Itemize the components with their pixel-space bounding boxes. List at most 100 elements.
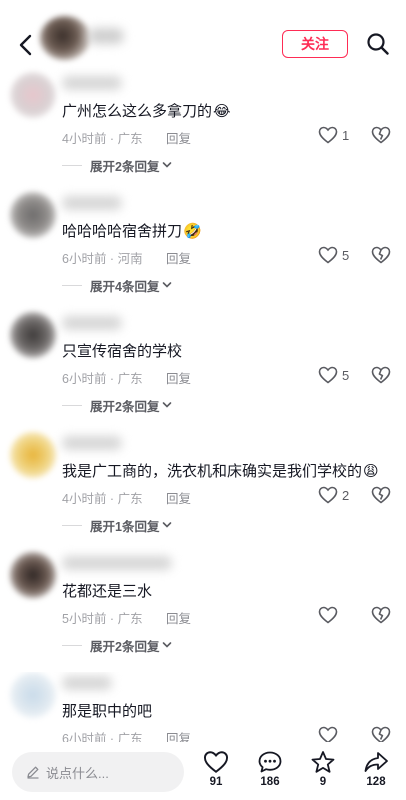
like-button[interactable]: 2 bbox=[318, 484, 349, 506]
input-placeholder: 说点什么... bbox=[46, 765, 109, 781]
heart-icon bbox=[318, 606, 338, 624]
chevron-down-icon bbox=[162, 281, 172, 289]
comment-meta: 6小时前 · 广东 bbox=[62, 732, 143, 742]
comment-text[interactable]: 哈哈哈哈宿舍拼刀🤣 bbox=[62, 220, 202, 241]
comment-text[interactable]: 那是职中的吧 bbox=[62, 700, 152, 721]
broken-heart-icon bbox=[371, 246, 391, 264]
like-count: 2 bbox=[342, 487, 350, 503]
share-arrow-icon bbox=[364, 752, 388, 772]
search-button[interactable] bbox=[364, 30, 392, 58]
chevron-left-icon bbox=[19, 34, 32, 56]
avatar[interactable] bbox=[10, 672, 56, 718]
back-button[interactable] bbox=[12, 30, 38, 60]
expand-replies-button[interactable]: 展开2条回复 bbox=[62, 396, 172, 414]
expand-replies-button[interactable]: 展开2条回复 bbox=[62, 156, 172, 174]
username-blurred bbox=[62, 676, 112, 690]
username-blurred bbox=[62, 556, 172, 570]
reply-button[interactable]: 回复 bbox=[166, 608, 191, 627]
comment-item: 只宣传宿舍的学校 6小时前 · 广东 回复 5 展开2条回复 bbox=[0, 312, 406, 432]
divider bbox=[62, 404, 82, 406]
comment-item: 那是职中的吧 6小时前 · 广东 回复 bbox=[0, 672, 406, 742]
comment-meta: 4小时前 · 广东 bbox=[62, 132, 143, 146]
like-count: 1 bbox=[342, 127, 350, 143]
like-button[interactable]: 1 bbox=[318, 124, 349, 146]
comment-item: 哈哈哈哈宿舍拼刀🤣 6小时前 · 河南 回复 5 展开4条回复 bbox=[0, 192, 406, 312]
dislike-button[interactable] bbox=[370, 484, 392, 506]
avatar[interactable] bbox=[10, 552, 56, 598]
author-name-blurred bbox=[88, 28, 124, 44]
broken-heart-icon bbox=[371, 126, 391, 144]
chevron-down-icon bbox=[162, 641, 172, 649]
chevron-down-icon bbox=[162, 401, 172, 409]
heart-icon bbox=[318, 726, 338, 742]
comment-item: 花都还是三水 5小时前 · 广东 回复 展开2条回复 bbox=[0, 552, 406, 672]
comment-item: 广州怎么这么多拿刀的😂 4小时前 · 广东 回复 1 展开2条回复 bbox=[0, 72, 406, 192]
divider bbox=[62, 524, 82, 526]
divider bbox=[62, 164, 82, 166]
header-bar: 关注 bbox=[0, 0, 406, 68]
heart-icon bbox=[203, 751, 229, 773]
favorites-count: 9 bbox=[319, 776, 327, 788]
divider bbox=[62, 284, 82, 286]
like-button[interactable]: 5 bbox=[318, 364, 349, 386]
reply-button[interactable]: 回复 bbox=[166, 248, 191, 267]
like-button[interactable] bbox=[318, 604, 342, 626]
broken-heart-icon bbox=[371, 726, 391, 742]
comment-meta: 6小时前 · 河南 bbox=[62, 252, 143, 266]
heart-icon bbox=[318, 246, 338, 264]
reply-button[interactable]: 回复 bbox=[166, 728, 191, 742]
comment-meta: 6小时前 · 广东 bbox=[62, 372, 143, 386]
emoji-rolling-laughing: 🤣 bbox=[183, 223, 202, 240]
expand-replies-button[interactable]: 展开2条回复 bbox=[62, 636, 172, 654]
like-button[interactable]: 5 bbox=[318, 244, 349, 266]
comment-input[interactable]: 说点什么... bbox=[12, 752, 184, 792]
comment-text[interactable]: 只宣传宿舍的学校 bbox=[62, 340, 182, 361]
username-blurred bbox=[62, 436, 122, 450]
star-icon bbox=[311, 751, 335, 773]
broken-heart-icon bbox=[371, 486, 391, 504]
favorite-action[interactable]: 9 bbox=[303, 750, 343, 788]
heart-icon bbox=[318, 486, 338, 504]
chevron-down-icon bbox=[162, 521, 172, 529]
share-action[interactable]: 128 bbox=[356, 750, 396, 788]
expand-replies-button[interactable]: 展开1条回复 bbox=[62, 516, 172, 534]
comment-meta: 4小时前 · 广东 bbox=[62, 492, 143, 506]
heart-icon bbox=[318, 366, 338, 384]
dislike-button[interactable] bbox=[370, 124, 392, 146]
reply-button[interactable]: 回复 bbox=[166, 128, 191, 147]
broken-heart-icon bbox=[371, 606, 391, 624]
avatar[interactable] bbox=[10, 432, 56, 478]
dislike-button[interactable] bbox=[370, 244, 392, 266]
avatar[interactable] bbox=[10, 192, 56, 238]
shares-count: 128 bbox=[366, 776, 386, 788]
like-count: 5 bbox=[342, 247, 350, 263]
username-blurred bbox=[62, 196, 122, 210]
avatar[interactable] bbox=[10, 72, 56, 118]
dislike-button[interactable] bbox=[370, 364, 392, 386]
follow-button[interactable]: 关注 bbox=[282, 30, 348, 58]
chevron-down-icon bbox=[162, 161, 172, 169]
expand-replies-button[interactable]: 展开4条回复 bbox=[62, 276, 172, 294]
emoji-laughing: 😂 bbox=[213, 103, 231, 120]
dislike-button[interactable] bbox=[370, 604, 392, 626]
comment-text[interactable]: 花都还是三水 bbox=[62, 580, 152, 601]
comment-text[interactable]: 广州怎么这么多拿刀的😂 bbox=[62, 100, 231, 121]
comment-action[interactable]: 186 bbox=[250, 750, 290, 788]
username-blurred bbox=[62, 316, 122, 330]
dislike-button[interactable] bbox=[370, 724, 392, 742]
like-button[interactable] bbox=[318, 724, 342, 742]
comment-text[interactable]: 我是广工商的，洗衣机和床确实是我们学校的😩 bbox=[62, 460, 379, 481]
like-count: 5 bbox=[342, 367, 350, 383]
likes-count: 91 bbox=[209, 776, 223, 788]
reply-button[interactable]: 回复 bbox=[166, 488, 191, 507]
search-icon bbox=[367, 33, 389, 55]
comment-meta: 5小时前 · 广东 bbox=[62, 612, 143, 626]
comment-item: 我是广工商的，洗衣机和床确实是我们学校的😩 4小时前 · 广东 回复 2 展开1… bbox=[0, 432, 406, 552]
author-avatar[interactable] bbox=[40, 16, 90, 60]
reply-button[interactable]: 回复 bbox=[166, 368, 191, 387]
avatar[interactable] bbox=[10, 312, 56, 358]
username-blurred bbox=[62, 76, 122, 90]
divider bbox=[62, 644, 82, 646]
pencil-icon bbox=[27, 766, 39, 779]
like-action[interactable]: 91 bbox=[196, 750, 236, 788]
